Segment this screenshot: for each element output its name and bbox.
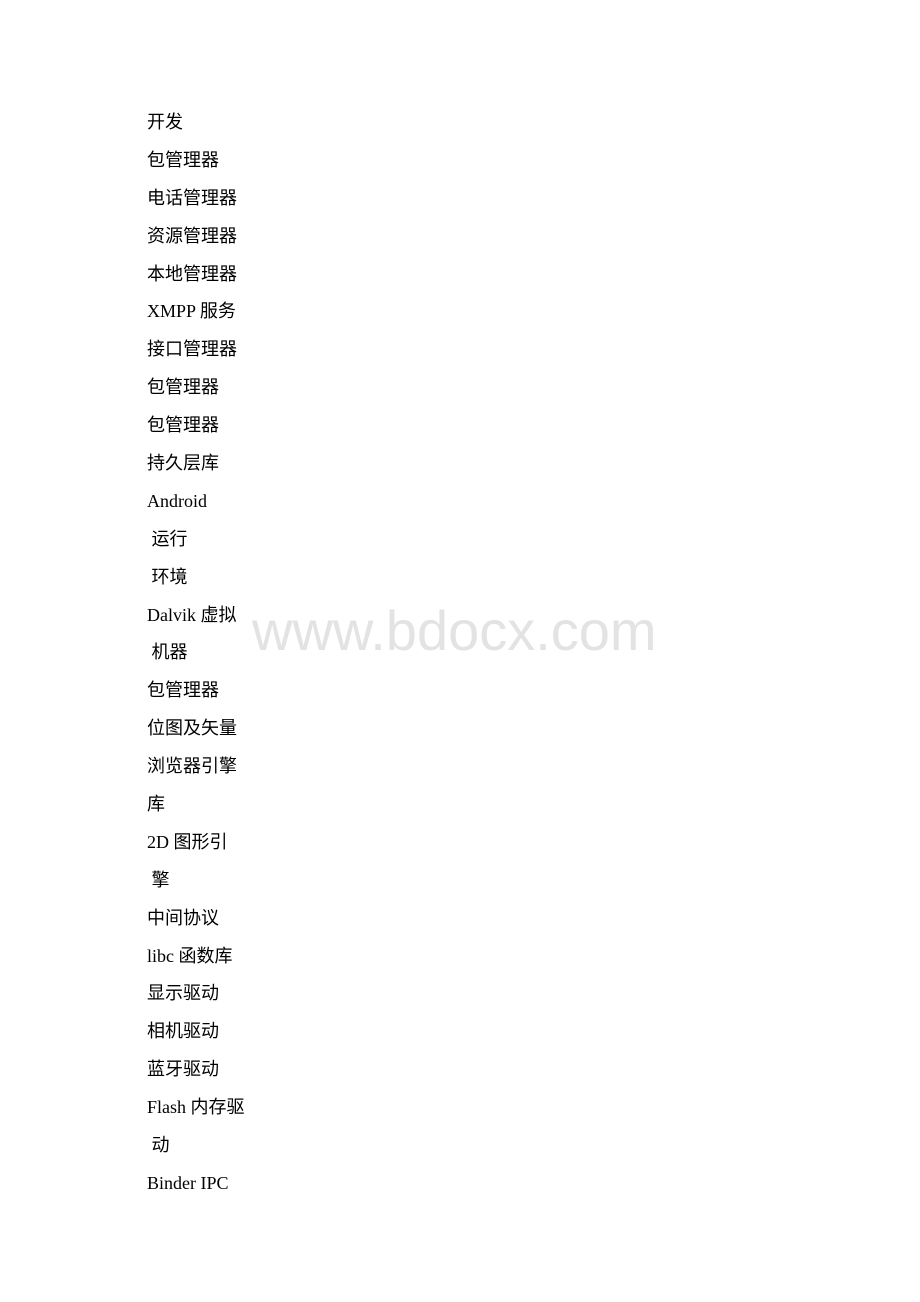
text-line: Flash 内存驱: [147, 1097, 245, 1118]
text-line: XMPP 服务: [147, 301, 236, 322]
text-line: 中间协议: [147, 907, 219, 928]
text-line: 包管理器: [147, 680, 219, 701]
text-line: 开发: [147, 112, 183, 132]
text-line: 动: [147, 1135, 170, 1156]
text-line: 包管理器: [147, 149, 219, 170]
text-line: 电话管理器: [147, 187, 237, 208]
text-line: 持久层库: [147, 453, 219, 474]
text-line: 2D 图形引: [147, 831, 228, 852]
text-lines: 开发 包管理器 电话管理器 资源管理器 本地管理器 XMPP 服务 接口管理器 包管理器 包管理…: [147, 110, 245, 1209]
text-line: 包管理器: [147, 377, 219, 398]
text-line: Android: [147, 490, 207, 511]
text-line: 浏览器引擎: [147, 756, 237, 777]
text-line: 环境: [147, 566, 188, 587]
text-line: 蓝牙驱动: [147, 1059, 219, 1080]
text-line: 运行: [147, 528, 188, 549]
document-page: 开发 包管理器 电话管理器 资源管理器 本地管理器 XMPP 服务 接口管理器 包管理器 包管理…: [0, 0, 920, 1302]
text-line: 本地管理器: [147, 263, 237, 284]
text-line: 相机驱动: [147, 1021, 219, 1042]
watermark: www.bdocx.com: [252, 599, 657, 662]
text-line: 显示驱动: [147, 983, 219, 1004]
text-line: 包管理器: [147, 415, 219, 436]
text-line: 机器: [147, 642, 188, 663]
text-line: libc 函数库: [147, 945, 233, 966]
text-line: Binder IPC: [147, 1172, 229, 1193]
text-line: 位图及矢量: [147, 718, 237, 739]
text-line: Dalvik 虚拟: [147, 604, 237, 625]
text-line: 库: [147, 794, 165, 815]
text-line: 接口管理器: [147, 339, 237, 360]
text-line: 擎: [147, 869, 170, 890]
text-line: 资源管理器: [147, 225, 237, 246]
